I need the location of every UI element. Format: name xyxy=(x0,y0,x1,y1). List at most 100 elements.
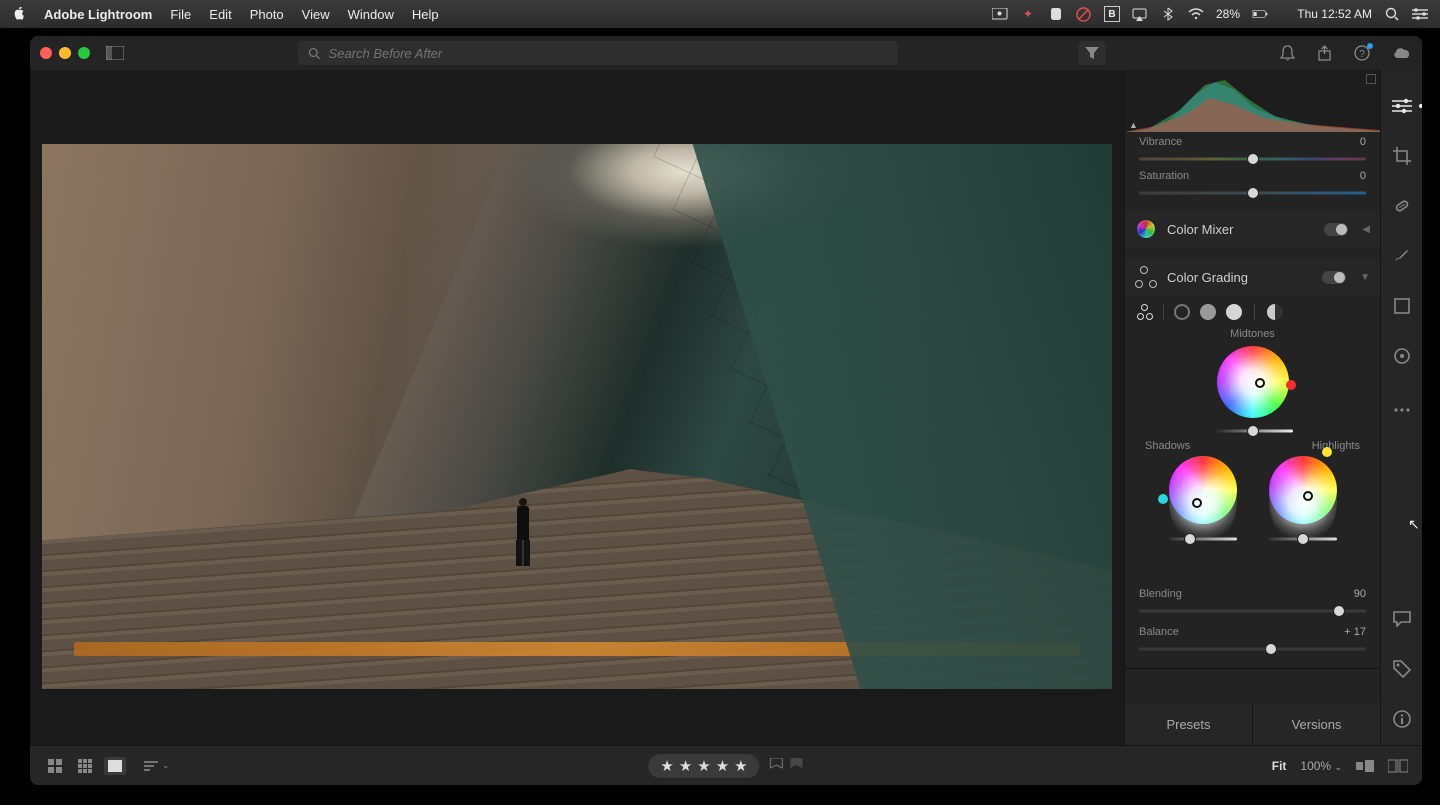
midtones-wheel[interactable] xyxy=(1217,346,1289,418)
blending-value[interactable]: 90 xyxy=(1354,588,1366,600)
menu-edit[interactable]: Edit xyxy=(209,7,231,22)
airplay-icon[interactable] xyxy=(1132,6,1148,22)
window-footer: ⌄ ★★★★★ Fit 100% ⌄ xyxy=(30,745,1422,785)
tool-brush[interactable] xyxy=(1390,244,1414,268)
panel-toggle-icon[interactable] xyxy=(106,46,124,60)
search-input[interactable] xyxy=(329,46,888,61)
color-mixer-icon xyxy=(1135,218,1157,240)
image-canvas[interactable] xyxy=(30,70,1124,745)
color-grading-toggle[interactable] xyxy=(1322,271,1346,284)
window-titlebar: ? xyxy=(30,36,1422,70)
tab-presets[interactable]: Presets xyxy=(1125,703,1252,745)
battery-percent[interactable]: 28% xyxy=(1216,7,1240,21)
zoom-fit[interactable]: Fit xyxy=(1272,759,1287,773)
screencast-icon[interactable] xyxy=(992,6,1008,22)
sort-button[interactable]: ⌄ xyxy=(144,760,170,771)
thumbnail-size-icon[interactable] xyxy=(1356,760,1374,772)
view-single-icon[interactable] xyxy=(104,757,126,775)
shadows-wheel[interactable] xyxy=(1169,456,1237,546)
flag-pick-icon[interactable] xyxy=(770,758,784,774)
midtones-label: Midtones xyxy=(1133,328,1372,340)
view-grid-small-icon[interactable] xyxy=(74,757,96,775)
help-icon[interactable]: ? xyxy=(1354,45,1370,61)
cg-tab-midtones[interactable] xyxy=(1200,304,1216,320)
edited-photo xyxy=(42,144,1112,689)
macos-menubar: Adobe Lightroom File Edit Photo View Win… xyxy=(0,0,1440,28)
color-mixer-header[interactable]: Color Mixer ◀ xyxy=(1125,210,1380,248)
cloud-sync-icon[interactable] xyxy=(1392,46,1412,60)
chevron-left-icon[interactable]: ◀ xyxy=(1362,224,1370,235)
search-bar[interactable] xyxy=(298,41,898,65)
window-traffic-lights[interactable] xyxy=(40,47,90,59)
notifications-icon[interactable] xyxy=(1280,45,1295,61)
search-icon xyxy=(308,47,321,60)
menubar-app-icon-4[interactable]: B xyxy=(1104,6,1120,22)
share-icon[interactable] xyxy=(1317,45,1332,61)
battery-icon[interactable] xyxy=(1252,6,1268,22)
menu-photo[interactable]: Photo xyxy=(250,7,284,22)
menu-view[interactable]: View xyxy=(302,7,330,22)
wifi-icon[interactable] xyxy=(1188,6,1204,22)
cg-tab-highlights[interactable] xyxy=(1226,304,1242,320)
menu-help[interactable]: Help xyxy=(412,7,439,22)
histogram-clip-left[interactable]: ▲ xyxy=(1129,120,1138,130)
cg-tab-shadows[interactable] xyxy=(1174,304,1190,320)
histogram[interactable]: ▲ xyxy=(1125,70,1380,132)
tool-more-icon[interactable] xyxy=(1390,398,1414,422)
histogram-clip-right[interactable] xyxy=(1366,74,1376,84)
blending-label: Blending xyxy=(1139,588,1182,600)
color-mixer-label: Color Mixer xyxy=(1167,222,1233,237)
app-name[interactable]: Adobe Lightroom xyxy=(44,7,152,22)
flag-reject-icon[interactable] xyxy=(790,758,804,774)
menu-window[interactable]: Window xyxy=(348,7,394,22)
highlights-wheel[interactable] xyxy=(1269,456,1337,546)
chevron-down-icon[interactable]: ▼ xyxy=(1360,272,1370,283)
balance-slider[interactable] xyxy=(1139,642,1366,656)
evernote-icon[interactable] xyxy=(1048,6,1064,22)
vibrance-slider[interactable] xyxy=(1139,152,1366,166)
menubar-clock[interactable]: Thu 12:52 AM xyxy=(1280,7,1372,21)
saturation-slider[interactable] xyxy=(1139,186,1366,200)
saturation-label: Saturation xyxy=(1139,170,1189,182)
color-mixer-toggle[interactable] xyxy=(1324,223,1348,236)
edit-panel: ▲ Vibrance0 Saturation0 Color Mixer ◀ Co… xyxy=(1124,70,1380,745)
vibrance-value[interactable]: 0 xyxy=(1360,136,1366,148)
zoom-level[interactable]: 100% ⌄ xyxy=(1300,759,1342,773)
view-grid-icon[interactable] xyxy=(44,757,66,775)
cg-tab-3way[interactable] xyxy=(1137,304,1153,320)
highlights-luminance-slider[interactable] xyxy=(1269,532,1337,546)
menubar-app-icon-1[interactable]: ✦ xyxy=(1020,6,1036,22)
tool-comments-icon[interactable] xyxy=(1390,607,1414,631)
blending-slider[interactable] xyxy=(1139,604,1366,618)
balance-label: Balance xyxy=(1139,626,1179,638)
tool-info-icon[interactable] xyxy=(1390,707,1414,731)
filter-button[interactable] xyxy=(1078,41,1106,65)
saturation-value[interactable]: 0 xyxy=(1360,170,1366,182)
apple-icon[interactable] xyxy=(12,7,26,21)
cg-tab-global[interactable] xyxy=(1267,304,1283,320)
midtones-luminance-slider[interactable] xyxy=(1213,424,1293,438)
tool-edit[interactable] xyxy=(1390,94,1414,118)
color-grading-icon xyxy=(1135,266,1157,288)
color-grading-header[interactable]: Color Grading ▼ xyxy=(1125,258,1380,296)
tool-crop[interactable] xyxy=(1390,144,1414,168)
saturation-row: Saturation 0 xyxy=(1125,166,1380,200)
tool-linear-gradient[interactable] xyxy=(1390,294,1414,318)
color-grading-label: Color Grading xyxy=(1167,270,1248,285)
bluetooth-icon[interactable] xyxy=(1160,6,1176,22)
tool-radial-gradient[interactable] xyxy=(1390,344,1414,368)
balance-value[interactable]: + 17 xyxy=(1344,626,1366,638)
tab-versions[interactable]: Versions xyxy=(1252,703,1380,745)
panel-bottom-tabs: Presets Versions xyxy=(1125,703,1380,745)
compare-view-icon[interactable] xyxy=(1388,759,1408,773)
highlights-label: Highlights xyxy=(1312,440,1360,452)
tool-heal[interactable] xyxy=(1390,194,1414,218)
control-center-icon[interactable] xyxy=(1412,6,1428,22)
menu-file[interactable]: File xyxy=(170,7,191,22)
svg-text:?: ? xyxy=(1359,49,1365,60)
spotlight-icon[interactable] xyxy=(1384,6,1400,22)
menubar-app-icon-3[interactable] xyxy=(1076,6,1092,22)
star-rating[interactable]: ★★★★★ xyxy=(648,754,759,778)
tool-tag-icon[interactable] xyxy=(1390,657,1414,681)
shadows-luminance-slider[interactable] xyxy=(1169,532,1237,546)
